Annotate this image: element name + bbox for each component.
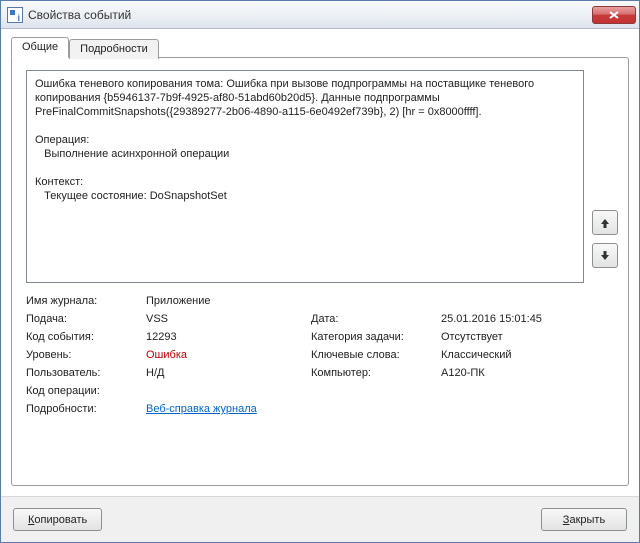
details-label: Подробности: bbox=[26, 403, 146, 415]
computer-label: Компьютер: bbox=[311, 367, 441, 379]
keywords-value: Классический bbox=[441, 349, 614, 361]
source-value: VSS bbox=[146, 313, 311, 325]
msg-ctx-label: Контекст: bbox=[35, 176, 83, 188]
prev-event-button[interactable] bbox=[592, 210, 618, 235]
close-icon bbox=[609, 11, 619, 19]
event-id-value: 12293 bbox=[146, 331, 311, 343]
computer-value: A120-ПК bbox=[441, 367, 614, 379]
event-id-label: Код события: bbox=[26, 331, 146, 343]
msg-ctx-value: Текущее состояние: DoSnapshotSet bbox=[35, 190, 227, 202]
details-value: Веб-справка журнала bbox=[146, 403, 614, 415]
client-area: Общие Подробности Ошибка теневого копиро… bbox=[1, 29, 639, 496]
category-label: Категория задачи: bbox=[311, 331, 441, 343]
log-name-value: Приложение bbox=[146, 295, 614, 307]
tab-strip: Общие Подробности bbox=[11, 37, 629, 58]
titlebar: Свойства событий bbox=[1, 1, 639, 29]
opcode-value bbox=[146, 385, 614, 397]
opcode-label: Код операции: bbox=[26, 385, 146, 397]
category-value: Отсутствует bbox=[441, 331, 614, 343]
tab-details[interactable]: Подробности bbox=[69, 39, 159, 59]
source-label: Подача: bbox=[26, 313, 146, 325]
user-label: Пользователь: bbox=[26, 367, 146, 379]
event-properties-window: Свойства событий Общие Подробности Ошибк… bbox=[0, 0, 640, 543]
dialog-footer: Копировать Закрыть bbox=[1, 496, 639, 542]
close-button[interactable]: Закрыть bbox=[541, 508, 627, 531]
msg-body: Ошибка теневого копирования тома: Ошибка… bbox=[35, 78, 537, 118]
msg-op-value: Выполнение асинхронной операции bbox=[35, 148, 229, 160]
next-event-button[interactable] bbox=[592, 243, 618, 268]
event-message-box[interactable]: Ошибка теневого копирования тома: Ошибка… bbox=[26, 70, 584, 283]
nav-arrows bbox=[592, 210, 618, 268]
date-value: 25.01.2016 15:01:45 bbox=[441, 313, 614, 325]
web-help-link[interactable]: Веб-справка журнала bbox=[146, 403, 257, 415]
date-label: Дата: bbox=[311, 313, 441, 325]
tab-general[interactable]: Общие bbox=[11, 37, 69, 58]
keywords-label: Ключевые слова: bbox=[311, 349, 441, 361]
properties-grid: Имя журнала: Приложение Подача: VSS Дата… bbox=[26, 295, 614, 415]
window-close-button[interactable] bbox=[592, 6, 636, 24]
arrow-down-icon bbox=[599, 250, 611, 262]
window-title: Свойства событий bbox=[28, 8, 592, 22]
msg-op-label: Операция: bbox=[35, 134, 89, 146]
copy-label-rest: опировать bbox=[34, 514, 87, 526]
arrow-up-icon bbox=[599, 217, 611, 229]
close-label-rest: акрыть bbox=[569, 514, 605, 526]
log-name-label: Имя журнала: bbox=[26, 295, 146, 307]
app-icon bbox=[7, 7, 23, 23]
level-value: Ошибка bbox=[146, 349, 311, 361]
user-value: Н/Д bbox=[146, 367, 311, 379]
tab-body-general: Ошибка теневого копирования тома: Ошибка… bbox=[11, 57, 629, 486]
level-label: Уровень: bbox=[26, 349, 146, 361]
copy-button[interactable]: Копировать bbox=[13, 508, 102, 531]
